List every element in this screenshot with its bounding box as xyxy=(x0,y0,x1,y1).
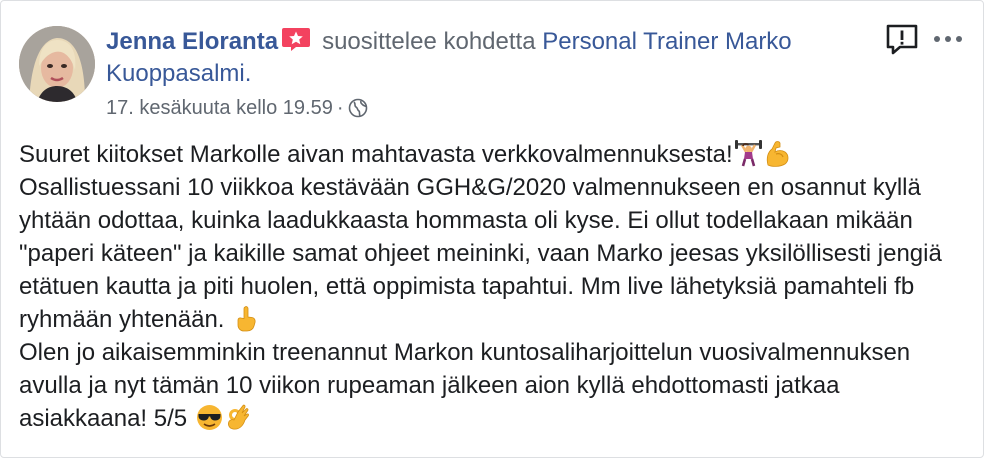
post-body: Suuret kiitokset Markolle aivan mahtavas… xyxy=(19,138,969,435)
author-avatar[interactable] xyxy=(19,26,95,102)
post-paragraph: Osallistuessani 10 viikkoa kestävään GGH… xyxy=(19,171,969,336)
ok-hand-emoji xyxy=(225,404,252,431)
report-exclamation-icon xyxy=(886,24,918,55)
sunglasses-face-emoji xyxy=(196,404,223,431)
post-header: Jenna Eloranta suosittelee kohdetta Perso… xyxy=(106,26,866,90)
star-badge-icon xyxy=(282,28,311,51)
meta-separator: · xyxy=(336,97,344,119)
paragraph-text: Suuret kiitokset Markolle aivan mahtavas… xyxy=(19,141,733,168)
flexed-biceps-emoji xyxy=(764,140,791,167)
pointing-up-emoji xyxy=(233,305,260,332)
avatar-photo xyxy=(19,26,95,102)
weightlifter-emoji xyxy=(734,140,762,167)
report-button[interactable] xyxy=(885,23,919,57)
more-dots-icon xyxy=(934,36,962,42)
review-post-card: Jenna Eloranta suosittelee kohdetta Perso… xyxy=(0,0,984,458)
recommends-text: suosittelee kohdetta xyxy=(322,28,536,55)
post-paragraph: Suuret kiitokset Markolle aivan mahtavas… xyxy=(19,138,969,171)
paragraph-text: Osallistuessani 10 viikkoa kestävään GGH… xyxy=(19,174,942,333)
author-name-link[interactable]: Jenna Eloranta xyxy=(106,28,278,55)
post-timestamp-link[interactable]: 17. kesäkuuta kello 19.59 xyxy=(106,97,333,119)
more-options-button[interactable] xyxy=(931,27,965,51)
post-paragraph: Olen jo aikaisemminkin treenannut Markon… xyxy=(19,336,969,435)
post-meta: 17. kesäkuuta kello 19.59 · xyxy=(106,95,368,121)
globe-icon[interactable] xyxy=(348,98,368,118)
paragraph-text: Olen jo aikaisemminkin treenannut Markon… xyxy=(19,339,911,432)
